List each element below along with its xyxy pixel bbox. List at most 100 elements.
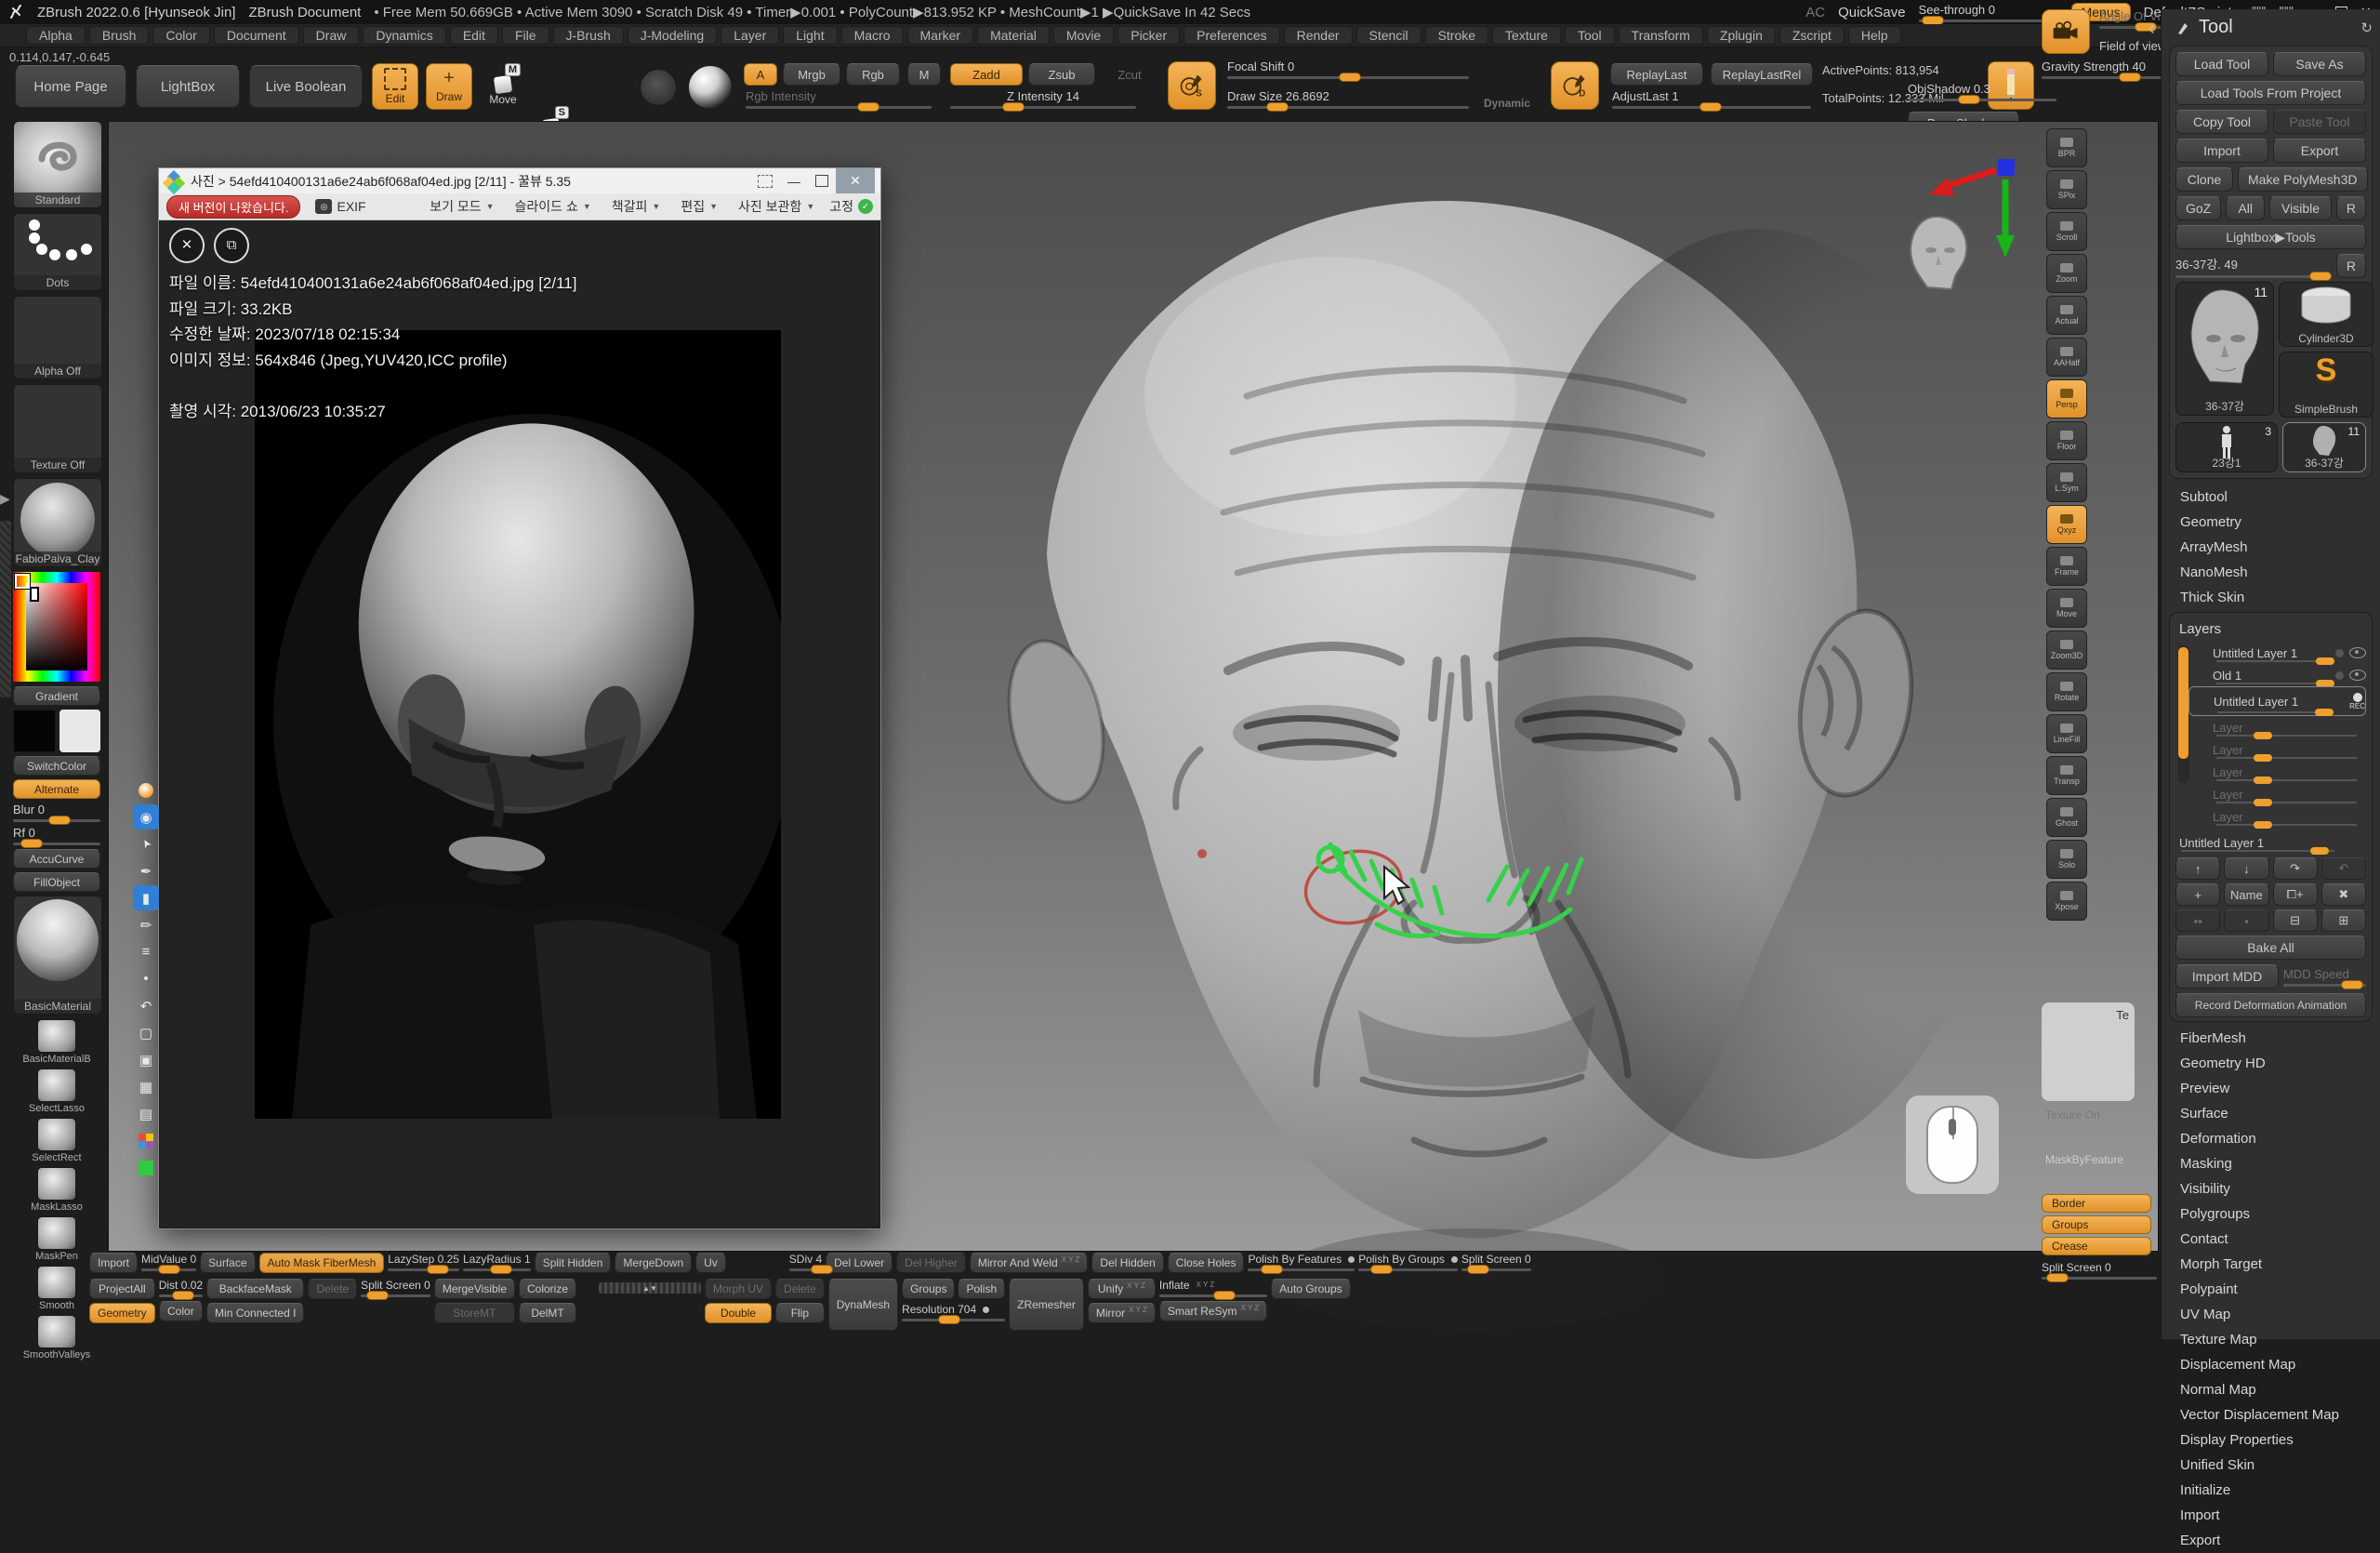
bottom-button-delete[interactable]: Delete (308, 1279, 357, 1299)
bottom-slider-split-screen-0[interactable]: Split Screen 0 (1461, 1253, 1531, 1271)
current-alpha-orb[interactable] (640, 69, 677, 106)
rightshelf-ghost[interactable]: Ghost (2046, 798, 2087, 837)
section-arraymesh[interactable]: ArrayMesh (2169, 535, 2373, 560)
z-intensity-slider[interactable]: Z Intensity 14 (950, 89, 1136, 109)
section-nanomesh[interactable]: NanoMesh (2169, 560, 2373, 585)
layer-row[interactable]: Layer (2188, 716, 2366, 738)
section-polypaint[interactable]: Polypaint (2169, 1277, 2373, 1302)
lightbox-tools-button[interactable]: Lightbox▶Tools (2175, 225, 2366, 249)
import-button[interactable]: Import (2175, 139, 2268, 163)
rightshelf-bpr[interactable]: BPR (2046, 128, 2087, 167)
tool-r-button[interactable]: R (2336, 254, 2366, 278)
photo-fullscreen-button[interactable] (758, 175, 773, 188)
section-unified-skin[interactable]: Unified Skin (2169, 1453, 2373, 1478)
rightshelf-actual[interactable]: Actual (2046, 296, 2087, 335)
shelf-item-selectrect[interactable]: SelectRect (13, 1118, 100, 1163)
camera-view-head[interactable] (1901, 211, 1976, 295)
monitor-icon[interactable]: ▣ (133, 1047, 159, 1072)
replay-last-button[interactable]: ReplayLast (1610, 63, 1703, 86)
edit-button[interactable]: Edit (372, 63, 418, 110)
tool-reset-icon[interactable]: ↻ (2360, 20, 2373, 36)
bottom-button-zremesher[interactable]: ZRemesher (1009, 1279, 1084, 1331)
zadd-button[interactable]: Zadd (950, 63, 1023, 86)
photo-viewer-window[interactable]: 사진 > 54efd410400131a6e24ab6f068af04ed.jp… (158, 167, 881, 1229)
colors-icon[interactable] (133, 1128, 159, 1153)
section-normal-map[interactable]: Normal Map (2169, 1377, 2373, 1402)
bottom-button-delmt[interactable]: DelMT (519, 1303, 576, 1323)
color-swatches[interactable] (13, 710, 100, 752)
section-visibility[interactable]: Visibility (2169, 1176, 2373, 1201)
section-uv-map[interactable]: UV Map (2169, 1302, 2373, 1327)
bottom-button-surface[interactable]: Surface (200, 1253, 255, 1273)
ac-toggle[interactable]: AC (1805, 5, 1825, 20)
layer-up-button[interactable]: ↑ (2175, 857, 2220, 880)
menu-file[interactable]: File (502, 26, 549, 45)
rightshelf-floor[interactable]: Floor (2046, 421, 2087, 460)
paste-tool-button[interactable]: Paste Tool (2273, 110, 2366, 134)
current-material-orb[interactable] (688, 65, 733, 110)
see-through-slider[interactable]: See-through 0 (1919, 3, 2058, 22)
rightshelf-frame[interactable]: Frame (2046, 547, 2087, 586)
update-notice-button[interactable]: 새 버전이 나왔습니다. (166, 195, 300, 219)
menu-render[interactable]: Render (1284, 26, 1353, 45)
shelf-item-basicmaterial[interactable]: BasicMaterial (13, 896, 102, 1015)
mask-by-feature-label[interactable]: MaskByFeature (2045, 1153, 2123, 1166)
menu-alpha[interactable]: Alpha (26, 26, 86, 45)
bottom-button-double[interactable]: Double (705, 1303, 772, 1323)
layer-dot[interactable] (2335, 649, 2344, 657)
tool-thumbnail-figure[interactable]: 3 23강1 (2175, 422, 2278, 472)
menu-j-modeling[interactable]: J-Modeling (628, 26, 717, 45)
zcut-button[interactable]: Zcut (1103, 63, 1157, 86)
layer-eye-icon[interactable] (2349, 647, 2366, 658)
section-geometry-hd[interactable]: Geometry HD (2169, 1051, 2373, 1076)
bottom-button-backfacemask[interactable]: BackfaceMask (206, 1279, 304, 1299)
menu-light[interactable]: Light (783, 26, 837, 45)
menu-texture[interactable]: Texture (1492, 26, 1561, 45)
bottom-button-mirror-and-weld[interactable]: Mirror And WeldX Y Z (970, 1253, 1089, 1273)
layers-title[interactable]: Layers (2175, 617, 2366, 642)
bottom-slider-resolution-704[interactable]: Resolution 704 (902, 1303, 1005, 1321)
move-button[interactable]: MMove (483, 63, 522, 106)
exif-button[interactable]: ◎ EXIF (315, 199, 365, 214)
bottom-button-mergevisible[interactable]: MergeVisible (434, 1279, 515, 1299)
active-tool-thumbnail[interactable]: 11 36-37강 (2175, 282, 2274, 416)
marker-icon[interactable]: ▮ (133, 885, 159, 910)
shelf-item-selectlasso[interactable]: SelectLasso (13, 1069, 100, 1114)
layer-invert-button[interactable]: ⊟ (2273, 909, 2318, 932)
bottom-button-color[interactable]: Color (159, 1301, 203, 1321)
rightshelf-transp[interactable]: Transp (2046, 756, 2087, 795)
copy-tool-button[interactable]: Copy Tool (2175, 110, 2268, 134)
photo-minimize-button[interactable]: — (780, 171, 808, 191)
menu-help[interactable]: Help (1848, 26, 1901, 45)
rightshelf-linefill[interactable]: LineFill (2046, 714, 2087, 753)
import-mdd-button[interactable]: Import MDD (2175, 964, 2279, 989)
shelf-label-gradient[interactable]: Gradient (13, 686, 100, 706)
menu-zplugin[interactable]: Zplugin (1707, 26, 1776, 45)
shelf-item-smoothvalleys[interactable]: SmoothValleys (13, 1315, 100, 1361)
shelf-label-switchcolor[interactable]: SwitchColor (13, 756, 100, 776)
focal-shift-slider[interactable]: Focal Shift 0 (1227, 60, 1469, 79)
tool-thumbnail-head2[interactable]: 11 36-37강 (2282, 422, 2366, 472)
layer-intensity-row[interactable]: Untitled Layer 1 (2175, 831, 2366, 854)
layer-delete-button[interactable]: ✖ (2321, 883, 2366, 906)
lightbox-button[interactable]: LightBox (136, 65, 240, 108)
photo-maximize-button[interactable] (815, 175, 828, 187)
bottom-button-colorize[interactable]: Colorize (519, 1279, 576, 1299)
rightshelf-qxyz[interactable]: Qxyz (2046, 505, 2087, 544)
layer-row[interactable]: Untitled Layer 1REC (2188, 686, 2366, 716)
bottom-button-del-lower[interactable]: Del Lower (826, 1253, 892, 1273)
bottom-button-dynamesh[interactable]: DynaMesh (828, 1279, 898, 1331)
shelf-item-fillobject[interactable]: FillObject (13, 872, 100, 892)
bottom-button-auto-groups[interactable]: Auto Groups (1271, 1279, 1350, 1299)
section-display-properties[interactable]: Display Properties (2169, 1427, 2373, 1453)
bottom-button-close-holes[interactable]: Close Holes (1168, 1253, 1245, 1273)
pencil-icon[interactable]: ✏ (133, 912, 159, 937)
menu-draw[interactable]: Draw (303, 26, 360, 45)
photo-close-button[interactable]: ✕ (836, 168, 875, 193)
goz-button[interactable]: GoZ (2175, 196, 2221, 220)
bottom-button-flip[interactable]: Flip (775, 1303, 825, 1323)
clipboard-icon[interactable]: ▤ (133, 1101, 159, 1126)
menu-brush[interactable]: Brush (89, 26, 150, 45)
texture-on-label[interactable]: Texture On (2045, 1108, 2100, 1122)
section-masking[interactable]: Masking (2169, 1151, 2373, 1176)
